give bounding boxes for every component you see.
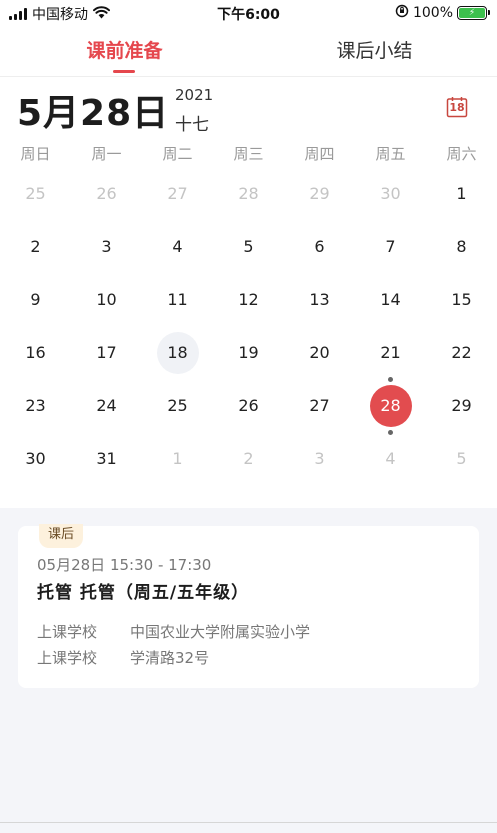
- course-title: 托管 托管（周五/五年级）: [37, 583, 250, 603]
- course-status-badge: 课后: [39, 524, 83, 548]
- event-dot-bottom: [388, 430, 393, 435]
- status-right: 100% ⚡: [395, 4, 490, 22]
- calendar-day[interactable]: 25: [157, 385, 199, 427]
- calendar-day[interactable]: 27: [157, 173, 199, 215]
- calendar-day[interactable]: 10: [86, 279, 128, 321]
- calendar-day[interactable]: 2: [228, 438, 270, 480]
- calendar-day[interactable]: 29: [441, 385, 483, 427]
- weekday-wed: 周三: [233, 145, 264, 163]
- orientation-lock-icon: [395, 4, 409, 22]
- calendar-day[interactable]: 26: [228, 385, 270, 427]
- school-address: 学清路32号: [130, 649, 210, 667]
- school-row: 上课学校 中国农业大学附属实验小学: [37, 621, 310, 642]
- battery-charging-icon: ⚡: [457, 6, 490, 20]
- calendar-day[interactable]: 25: [15, 173, 57, 215]
- calendar-day[interactable]: 3: [299, 438, 341, 480]
- weekday-fri: 周五: [375, 145, 406, 163]
- weekday-header: 周日 周一 周二 周三 周四 周五 周六: [0, 143, 497, 163]
- school-name: 中国农业大学附属实验小学: [130, 623, 311, 641]
- tabs-divider: [0, 76, 497, 77]
- weekday-tue: 周二: [162, 145, 193, 163]
- active-tab-indicator: [113, 70, 135, 73]
- calendar-day[interactable]: 18: [156, 332, 199, 374]
- calendar-day[interactable]: 19: [228, 332, 270, 374]
- calendar-day[interactable]: 1: [157, 438, 199, 480]
- course-card[interactable]: 课后 05月28日 15:30 - 17:30 托管 托管（周五/五年级） 上课…: [18, 524, 479, 688]
- tab-post-class[interactable]: 课后小结: [322, 36, 427, 63]
- course-time: 05月28日 15:30 - 17:30: [37, 556, 212, 574]
- calendar-day[interactable]: 22: [441, 332, 483, 374]
- calendar-today-icon[interactable]: 18: [446, 96, 468, 118]
- calendar-day[interactable]: 12: [228, 279, 270, 321]
- lunar-date: 十七: [175, 115, 209, 135]
- calendar-day[interactable]: 4: [157, 226, 199, 268]
- school-label: 上课学校: [37, 623, 98, 641]
- tab-bar: 课前准备 课后小结: [0, 30, 497, 76]
- weekday-thu: 周四: [304, 145, 335, 163]
- calendar-day[interactable]: 15: [441, 279, 483, 321]
- calendar-day[interactable]: 16: [15, 332, 57, 374]
- calendar-day[interactable]: 1: [441, 173, 483, 215]
- calendar-day[interactable]: 14: [370, 279, 412, 321]
- calendar-day[interactable]: 3: [86, 226, 128, 268]
- weekday-mon: 周一: [91, 145, 122, 163]
- selected-year: 2021: [175, 86, 214, 104]
- address-row: 上课学校 学清路32号: [37, 647, 209, 668]
- calendar-day[interactable]: 17: [86, 332, 128, 374]
- calendar-day[interactable]: 4: [370, 438, 412, 480]
- calendar-day[interactable]: 6: [299, 226, 341, 268]
- bottom-divider: [0, 822, 497, 823]
- calendar-day[interactable]: 30: [15, 438, 57, 480]
- calendar-day[interactable]: 21: [370, 332, 412, 374]
- calendar-grid: 25 26 27 28 29 30 1 2 3 4 5 6 7 8 9 10 11 12 13 14 15 16 17 18 1…: [0, 168, 497, 486]
- calendar-day[interactable]: 20: [299, 332, 341, 374]
- address-label: 上课学校: [37, 649, 98, 667]
- calendar-day[interactable]: 7: [370, 226, 412, 268]
- calendar-day[interactable]: 8: [441, 226, 483, 268]
- calendar-day[interactable]: 27: [299, 385, 341, 427]
- calendar-day[interactable]: 28: [228, 173, 270, 215]
- calendar-day[interactable]: 28: [369, 385, 412, 427]
- calendar-day[interactable]: 11: [157, 279, 199, 321]
- battery-percent: 100%: [412, 5, 453, 21]
- tab-pre-class[interactable]: 课前准备: [72, 36, 177, 63]
- calendar-day[interactable]: 24: [86, 385, 128, 427]
- calendar-day[interactable]: 5: [441, 438, 483, 480]
- weekday-sat: 周六: [446, 145, 477, 163]
- calendar-day[interactable]: 23: [15, 385, 57, 427]
- status-bar: 中国移动 下午6:00 100% ⚡: [0, 0, 497, 26]
- calendar-day[interactable]: 9: [15, 279, 57, 321]
- calendar-day[interactable]: 26: [86, 173, 128, 215]
- calendar-day[interactable]: 5: [228, 226, 270, 268]
- weekday-sun: 周日: [20, 145, 51, 163]
- calendar-day[interactable]: 13: [299, 279, 341, 321]
- event-dot-top: [388, 377, 393, 382]
- calendar-day[interactable]: 31: [86, 438, 128, 480]
- calendar-icon-day: 18: [449, 101, 465, 114]
- calendar-day[interactable]: 30: [370, 173, 412, 215]
- calendar-day[interactable]: 29: [299, 173, 341, 215]
- selected-date: 5月28日: [17, 93, 170, 134]
- calendar-day[interactable]: 2: [15, 226, 57, 268]
